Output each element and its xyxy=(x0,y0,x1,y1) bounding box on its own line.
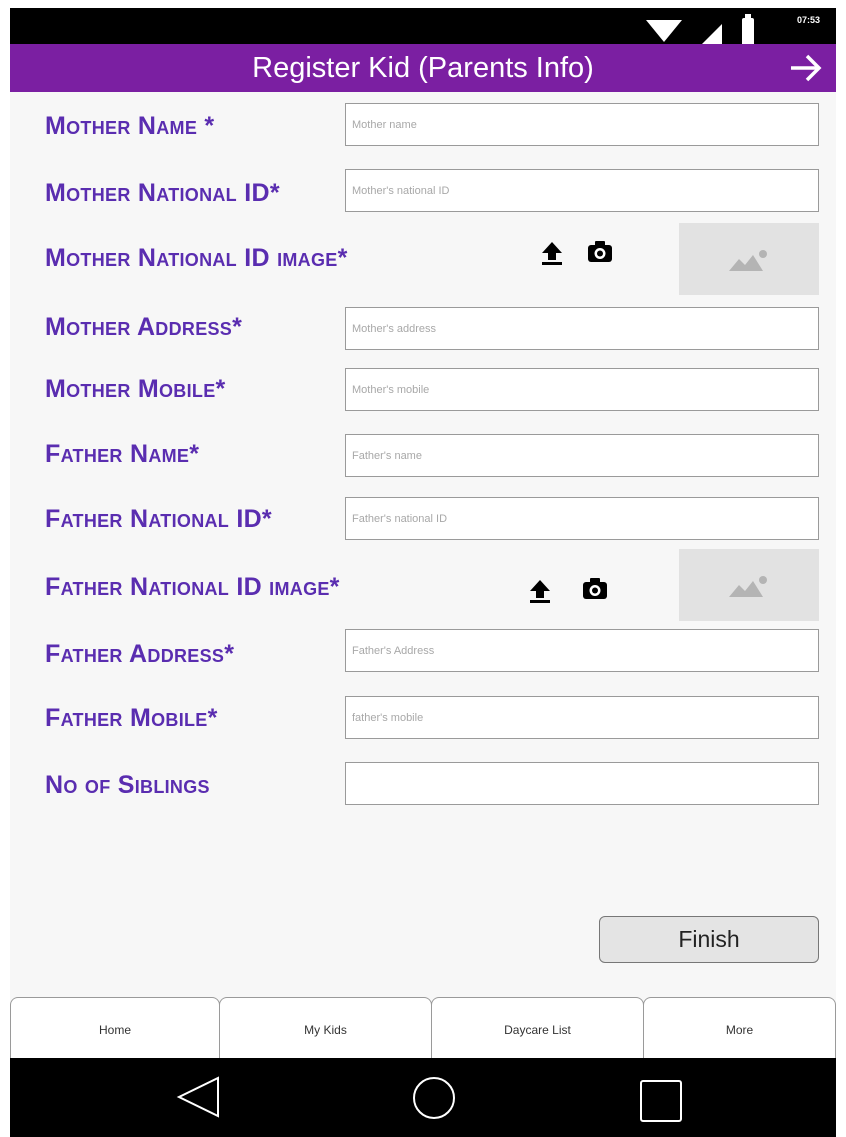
father-name-input[interactable] xyxy=(345,434,819,477)
bottom-tab-bar: Home My Kids Daycare List More xyxy=(10,997,836,1058)
wifi-icon xyxy=(646,20,682,42)
father-address-input[interactable] xyxy=(345,629,819,672)
recents-square-icon[interactable] xyxy=(639,1079,683,1123)
upload-icon[interactable] xyxy=(527,578,553,604)
app-bar: Register Kid (Parents Info) xyxy=(10,44,836,92)
mother-address-label: Mother Address* xyxy=(45,313,243,341)
camera-icon[interactable] xyxy=(587,239,613,265)
arrow-right-icon[interactable] xyxy=(788,53,824,83)
father-national-id-label: Father National ID* xyxy=(45,505,272,533)
father-name-label: Father Name* xyxy=(45,440,200,468)
camera-icon[interactable] xyxy=(582,576,608,602)
mother-id-image-placeholder[interactable] xyxy=(679,223,819,295)
mother-national-id-image-label: Mother National ID image* xyxy=(45,244,348,272)
father-national-id-image-label: Father National ID image* xyxy=(45,573,340,601)
upload-icon[interactable] xyxy=(539,240,565,266)
mother-mobile-label: Mother Mobile* xyxy=(45,375,226,403)
page-title: Register Kid (Parents Info) xyxy=(252,52,594,84)
father-address-label: Father Address* xyxy=(45,640,235,668)
finish-button[interactable]: Finish xyxy=(599,916,819,963)
mother-name-label: Mother Name * xyxy=(45,112,215,140)
father-mobile-label: Father Mobile* xyxy=(45,704,218,732)
father-national-id-input[interactable] xyxy=(345,497,819,540)
mother-name-input[interactable] xyxy=(345,103,819,146)
back-triangle-icon[interactable] xyxy=(175,1075,221,1119)
tab-daycare-list[interactable]: Daycare List xyxy=(431,997,644,1058)
image-placeholder-icon xyxy=(729,250,767,271)
no-of-siblings-label: No of Siblings xyxy=(45,771,210,799)
tab-more[interactable]: More xyxy=(643,997,836,1058)
father-mobile-input[interactable] xyxy=(345,696,819,739)
system-nav-bar xyxy=(10,1058,836,1137)
father-id-image-placeholder[interactable] xyxy=(679,549,819,621)
image-placeholder-icon xyxy=(729,576,767,597)
battery-icon xyxy=(742,14,754,44)
tab-home[interactable]: Home xyxy=(10,997,220,1058)
tab-my-kids[interactable]: My Kids xyxy=(219,997,432,1058)
mother-national-id-label: Mother National ID* xyxy=(45,179,280,207)
mother-mobile-input[interactable] xyxy=(345,368,819,411)
mother-address-input[interactable] xyxy=(345,307,819,350)
phone-screen: 07:53 Register Kid (Parents Info) Mother… xyxy=(10,8,836,1137)
signal-icon xyxy=(702,24,722,44)
mother-national-id-input[interactable] xyxy=(345,169,819,212)
status-bar: 07:53 xyxy=(10,8,836,44)
no-of-siblings-input[interactable] xyxy=(345,762,819,805)
status-time: 07:53 xyxy=(797,15,821,25)
home-circle-icon[interactable] xyxy=(412,1076,456,1120)
